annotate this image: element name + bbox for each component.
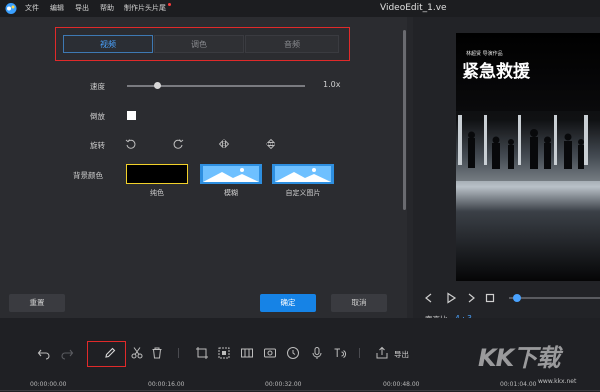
timeline-ruler[interactable]: [0, 390, 600, 391]
text-to-speech-icon[interactable]: [333, 346, 347, 360]
flip-horizontal-icon[interactable]: [218, 138, 230, 150]
toolbar-divider: [359, 348, 360, 358]
crop-icon[interactable]: [195, 346, 209, 360]
bg-custom-image-option[interactable]: [272, 164, 334, 184]
reset-button[interactable]: 重置: [9, 294, 65, 312]
rotate-right-icon[interactable]: [172, 138, 184, 150]
watermark-logo: KK下载: [478, 344, 560, 372]
cancel-button[interactable]: 取消: [331, 294, 387, 312]
next-frame-icon[interactable]: [466, 293, 476, 303]
app-logo-icon: [5, 3, 17, 14]
reverse-label: 倒放: [90, 112, 105, 121]
bg-blur-label: 模糊: [224, 189, 238, 197]
playback-progress[interactable]: [509, 297, 600, 299]
scissors-icon[interactable]: [130, 346, 144, 360]
microphone-icon[interactable]: [310, 346, 324, 360]
tab-audio[interactable]: 音频: [245, 35, 339, 53]
mosaic-icon[interactable]: [240, 346, 254, 360]
menu-help[interactable]: 帮助: [100, 3, 114, 13]
tab-color[interactable]: 调色: [154, 35, 244, 53]
speed-label: 速度: [90, 82, 105, 91]
menu-intro-outro[interactable]: 制作片头片尾: [124, 3, 166, 13]
tab-video[interactable]: 视频: [63, 35, 153, 53]
undo-icon[interactable]: [37, 346, 51, 360]
ok-button[interactable]: 确定: [260, 294, 316, 312]
play-icon[interactable]: [445, 292, 457, 304]
rotate-label: 旋转: [90, 141, 105, 150]
timecode: 00:00:16.00: [148, 381, 185, 388]
watermark-url: www.kkx.net: [538, 378, 577, 385]
rotate-left-icon[interactable]: [125, 138, 137, 150]
edit-pencil-icon[interactable]: [103, 346, 117, 360]
title-bar: [0, 0, 600, 17]
bg-solid-option[interactable]: [126, 164, 188, 184]
prev-frame-icon[interactable]: [424, 293, 434, 303]
delete-icon[interactable]: [150, 346, 164, 360]
poster-credit: 林超贤 导演作品: [466, 50, 503, 57]
bg-custom-label: 自定义图片: [285, 189, 321, 197]
zoom-icon[interactable]: [217, 346, 231, 360]
timecode: 00:00:48.00: [383, 381, 420, 388]
speed-slider-handle[interactable]: [153, 82, 161, 89]
menu-edit[interactable]: 编辑: [50, 3, 64, 13]
bg-solid-label: 纯色: [150, 189, 164, 197]
export-share-icon[interactable]: [375, 346, 389, 360]
poster-title: 紧急救援: [462, 61, 531, 82]
speed-value: 1.0x: [323, 80, 341, 89]
panel-scrollbar[interactable]: [403, 30, 406, 210]
playback-progress-handle[interactable]: [513, 294, 521, 302]
freeze-frame-icon[interactable]: [263, 346, 277, 360]
bg-color-label: 背景颜色: [73, 171, 103, 180]
stop-icon[interactable]: [485, 293, 495, 303]
movie-poster-image: 林超贤 导演作品 紧急救援: [456, 33, 600, 281]
menu-export[interactable]: 导出: [75, 3, 89, 13]
window-title: VideoEdit_1.ve: [380, 3, 447, 13]
menu-file[interactable]: 文件: [25, 3, 39, 13]
timecode: 00:00:00.00: [30, 381, 67, 388]
bg-blur-option[interactable]: [200, 164, 262, 184]
toolbar-divider: [178, 348, 179, 358]
timecode: 00:00:32.00: [265, 381, 302, 388]
timecode: 00:01:04.00: [500, 381, 537, 388]
new-badge: [168, 3, 171, 6]
video-preview: 林超贤 导演作品 紧急救援: [456, 33, 600, 281]
duration-clock-icon[interactable]: [286, 346, 300, 360]
redo-icon[interactable]: [60, 346, 74, 360]
flip-vertical-icon[interactable]: [265, 138, 277, 150]
reverse-checkbox[interactable]: [127, 111, 136, 120]
export-label[interactable]: 导出: [394, 349, 409, 360]
